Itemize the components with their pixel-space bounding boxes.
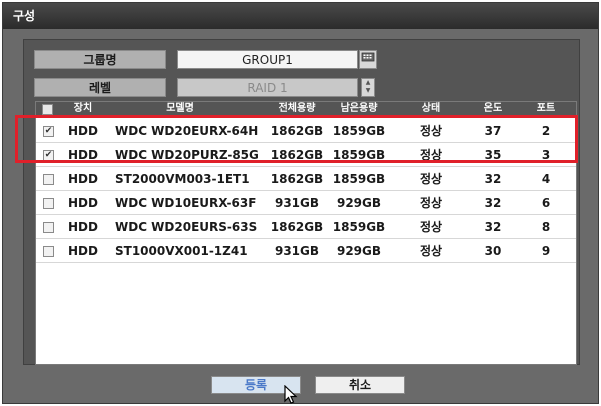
row-checkbox[interactable] <box>43 198 54 209</box>
cell-temp: 32 <box>484 172 502 186</box>
spinner-down-icon[interactable]: ▼ <box>362 87 374 95</box>
cell-total: 931GB <box>274 196 320 210</box>
table-header: 장치 모델명 전체용량 남은용량 상태 온도 포트 <box>36 102 576 116</box>
group-name-label: 그룹명 <box>34 50 166 69</box>
config-dialog: 구성 그룹명 GROUP1 레벨 RAID 1 ▲ ▼ 장치 모델명 전체용량 … <box>2 2 599 404</box>
row-checkbox[interactable] <box>43 174 54 185</box>
table-row[interactable]: HDD ST1000VX001-1Z41 931GB 929GB 정상 30 9 <box>36 240 576 263</box>
dialog-title: 구성 <box>3 3 598 29</box>
cell-device: HDD <box>68 172 98 186</box>
cell-port: 3 <box>541 148 551 162</box>
cell-port: 8 <box>541 220 551 234</box>
header-device: 장치 <box>73 103 93 114</box>
header-port: 포트 <box>536 103 556 114</box>
cell-device: HDD <box>68 244 98 258</box>
cell-temp: 30 <box>484 244 502 258</box>
keyboard-icon[interactable] <box>359 50 377 69</box>
header-status: 상태 <box>421 103 441 114</box>
row-checkbox[interactable] <box>43 246 54 257</box>
table-row[interactable]: ✔ HDD WDC WD20EURX-64H 1862GB 1859GB 정상 37 2 <box>36 120 576 143</box>
cell-status: 정상 <box>419 220 443 234</box>
group-name-field[interactable]: GROUP1 <box>177 50 358 69</box>
header-free: 남은용량 <box>340 103 378 114</box>
spinner-icon[interactable]: ▲ ▼ <box>361 78 375 97</box>
cell-total: 1862GB <box>270 124 324 138</box>
cell-port: 2 <box>541 124 551 138</box>
cell-free: 1859GB <box>332 172 386 186</box>
cell-total: 1862GB <box>270 148 324 162</box>
mouse-cursor-icon <box>284 385 298 404</box>
cell-free: 929GB <box>336 196 382 210</box>
cell-model: WDC WD10EURX-63F <box>115 196 257 210</box>
cell-port: 6 <box>541 196 551 210</box>
cell-device: HDD <box>68 124 98 138</box>
cell-device: HDD <box>68 196 98 210</box>
cell-device: HDD <box>68 148 98 162</box>
cell-model: WDC WD20PURZ-85G <box>115 148 259 162</box>
row-checkbox[interactable] <box>43 222 54 233</box>
cell-status: 정상 <box>419 172 443 186</box>
table-row[interactable]: HDD ST2000VM003-1ET1 1862GB 1859GB 정상 32 4 <box>36 168 576 191</box>
cell-total: 931GB <box>274 244 320 258</box>
header-temp: 온도 <box>483 103 503 114</box>
cell-temp: 32 <box>484 196 502 210</box>
cancel-button[interactable]: 취소 <box>315 376 405 394</box>
cell-model: ST1000VX001-1Z41 <box>115 244 248 258</box>
cell-temp: 37 <box>484 124 502 138</box>
row-checkbox[interactable]: ✔ <box>43 150 54 161</box>
cell-port: 4 <box>541 172 551 186</box>
cell-free: 1859GB <box>332 124 386 138</box>
cell-model: WDC WD20EURX-64H <box>115 124 259 138</box>
cell-total: 1862GB <box>270 220 324 234</box>
header-total: 전체용량 <box>278 103 316 114</box>
cell-free: 929GB <box>336 244 382 258</box>
header-model: 모델명 <box>166 103 194 114</box>
cell-device: HDD <box>68 220 98 234</box>
table-row[interactable]: HDD WDC WD20EURS-63S 1862GB 1859GB 정상 32 8 <box>36 216 576 239</box>
cell-free: 1859GB <box>332 220 386 234</box>
select-all-checkbox[interactable] <box>42 104 53 115</box>
cell-temp: 35 <box>484 148 502 162</box>
cell-status: 정상 <box>419 196 443 210</box>
cell-model: ST2000VM003-1ET1 <box>115 172 250 186</box>
cell-free: 1859GB <box>332 148 386 162</box>
disk-table: 장치 모델명 전체용량 남은용량 상태 온도 포트 ✔ HDD WDC WD20EU… <box>35 101 577 365</box>
cell-status: 정상 <box>419 244 443 258</box>
spinner-up-icon[interactable]: ▲ <box>362 79 374 87</box>
cell-status: 정상 <box>419 124 443 138</box>
cell-model: WDC WD20EURS-63S <box>115 220 258 234</box>
row-checkbox[interactable]: ✔ <box>43 126 54 137</box>
cell-port: 9 <box>541 244 551 258</box>
cell-total: 1862GB <box>270 172 324 186</box>
table-row[interactable]: HDD WDC WD10EURX-63F 931GB 929GB 정상 32 6 <box>36 192 576 215</box>
cell-temp: 32 <box>484 220 502 234</box>
table-row[interactable]: ✔ HDD WDC WD20PURZ-85G 1862GB 1859GB 정상 35 3 <box>36 144 576 167</box>
level-field[interactable]: RAID 1 <box>177 78 358 97</box>
cell-status: 정상 <box>419 148 443 162</box>
level-label: 레벨 <box>34 78 166 97</box>
